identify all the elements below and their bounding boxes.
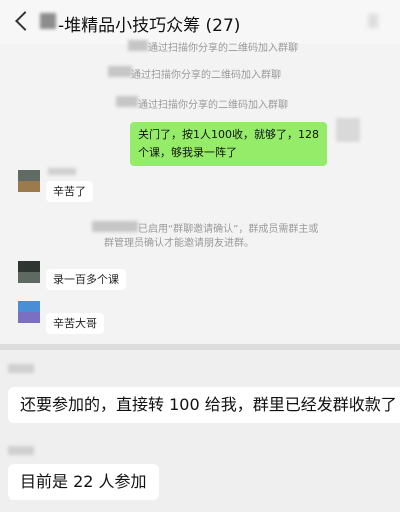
- incoming-message-bubble[interactable]: 辛苦了: [46, 181, 93, 202]
- blurred-name: [92, 221, 138, 232]
- sender-name-blurred: [8, 446, 34, 455]
- more-options-icon[interactable]: [368, 14, 378, 28]
- system-message-invite: 已启用“群聊邀请确认”，群成员需群主或: [138, 224, 319, 235]
- back-arrow-icon[interactable]: [15, 11, 35, 31]
- incoming-message-bubble[interactable]: 目前是 22 人参加: [8, 464, 159, 500]
- incoming-message-bubble[interactable]: 录一百多个课: [46, 269, 126, 290]
- chat-screen-bottom: 还要参加的，直接转 100 给我，群里已经发群收款了 目前是 22 人参加: [0, 350, 400, 512]
- sender-avatar[interactable]: [18, 261, 40, 283]
- system-message-invite: 群管理员确认才能邀请朋友进群。: [104, 238, 254, 249]
- sender-name-blurred: [8, 364, 34, 373]
- sender-avatar[interactable]: [18, 301, 40, 323]
- blurred-name: [108, 66, 132, 77]
- blurred-name: [128, 40, 148, 51]
- incoming-message-bubble[interactable]: 还要参加的，直接转 100 给我，群里已经发群收款了: [8, 387, 400, 423]
- incoming-message-bubble[interactable]: 辛苦大哥: [46, 313, 104, 334]
- sender-name-blurred: [48, 168, 76, 175]
- system-message-join: 通过扫描你分享的二维码加入群聊: [131, 70, 281, 81]
- self-avatar[interactable]: [336, 118, 360, 142]
- outgoing-message-bubble[interactable]: 关门了，按1人100收，就够了，128个课，够我录一阵了: [130, 122, 327, 166]
- system-message-join: 通过扫描你分享的二维码加入群聊: [138, 100, 288, 111]
- system-message-join: 通过扫描你分享的二维码加入群聊: [148, 43, 298, 54]
- chat-header: -堆精品小技巧众筹 (27): [0, 0, 400, 44]
- chat-screen-top: -堆精品小技巧众筹 (27) 通过扫描你分享的二维码加入群聊 通过扫描你分享的二…: [0, 0, 400, 344]
- group-avatar-blurred: [40, 13, 56, 29]
- chat-title: -堆精品小技巧众筹 (27): [58, 16, 241, 36]
- sender-avatar[interactable]: [18, 170, 40, 192]
- blurred-name: [116, 96, 138, 107]
